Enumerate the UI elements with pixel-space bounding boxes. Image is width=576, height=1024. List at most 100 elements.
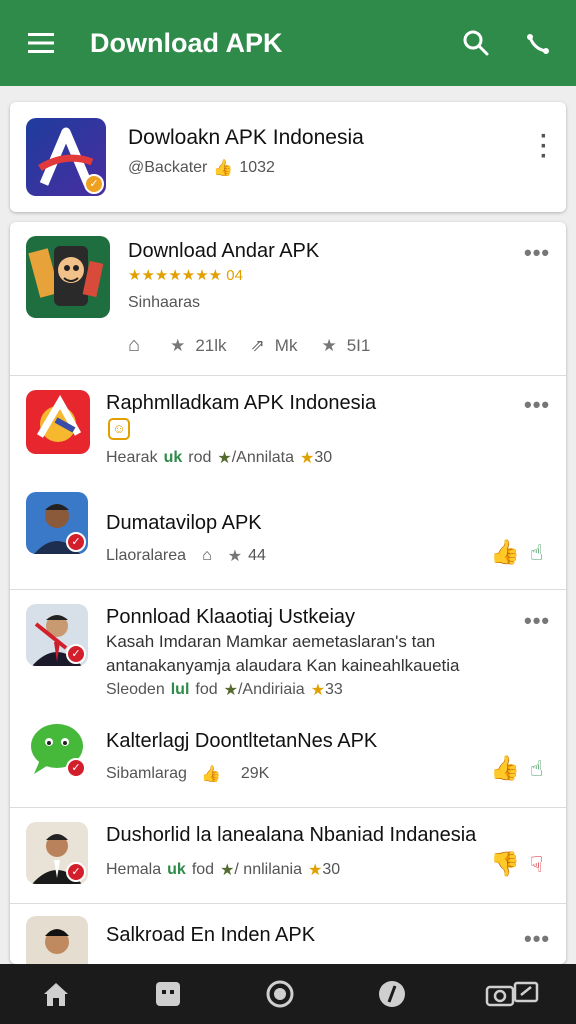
meta-word: rod: [188, 449, 212, 466]
vote-buttons: 👍 ☝: [490, 754, 543, 783]
thumbs-up-icon[interactable]: 👍: [490, 538, 520, 567]
app-category: Sinhaaras: [128, 294, 201, 311]
app-name: Dumatavilop APK: [106, 512, 262, 534]
thumbs-down-outline-icon[interactable]: ☟: [530, 852, 543, 878]
verified-icon: ✓: [66, 758, 86, 778]
meta-genre: /Andiriaia: [237, 681, 305, 698]
thumbs-up-outline-icon[interactable]: ☝: [530, 540, 543, 566]
more-icon[interactable]: •••: [524, 240, 550, 266]
home-icon[interactable]: ⌂: [128, 334, 140, 357]
home-icon[interactable]: [34, 972, 78, 1016]
app-list: ✓ Dowloakn APK Indonesia @Backater 👍 103…: [0, 86, 576, 964]
star-icon: ★: [220, 862, 235, 879]
app-description: Kasah Imdaran Mamkar aemetaslaran's tan: [106, 632, 436, 651]
meta-score: 33: [325, 681, 343, 698]
star-icon: ★: [223, 682, 238, 699]
app-name: Kalterlagj DoontltetanNes APK: [106, 730, 378, 752]
vote-buttons: 👍 ☝: [490, 538, 543, 567]
app-meta: Sleoden lul fod ★/Andiriaia ★ 33: [106, 680, 343, 700]
thumbs-up-outline-icon[interactable]: ☝: [530, 756, 543, 782]
downloads-count: 21lk: [195, 335, 227, 355]
meta-genre: /Annilata: [231, 449, 294, 466]
star-icon: ★: [217, 450, 232, 467]
menu-icon[interactable]: [22, 23, 62, 63]
search-icon[interactable]: [456, 23, 496, 63]
list-item[interactable]: ✓ Dumatavilop APK Llaoralarea ⌂ ★ 44 👍 ☝: [10, 486, 566, 590]
list-item[interactable]: Raphmlladkam APK Indonesia ☺ Hearak uk r…: [10, 376, 566, 486]
vote-buttons: 👎 ☟: [490, 850, 543, 879]
bottom-nav: [0, 964, 576, 1024]
share-arrow-icon[interactable]: ⇗: [251, 336, 265, 356]
meta-text: Llaoralarea: [106, 547, 187, 564]
app-name: Dowloakn APK Indonesia: [128, 126, 364, 149]
verified-icon: ✓: [66, 644, 86, 664]
meta-score: 30: [314, 449, 333, 466]
app-meta: Hemala uk fod ★ / nnlilania ★ 30: [106, 860, 340, 880]
list-item[interactable]: Salkroad En Inden APK •••: [10, 904, 566, 964]
app-meta: Hearak uk rod ★/Annilata ★ 30: [106, 448, 332, 468]
meta-text: Hearak: [106, 449, 158, 466]
meta-green: uk: [163, 449, 183, 466]
avatar: ✓: [26, 492, 88, 554]
app-meta: Llaoralarea ⌂ ★ 44: [106, 546, 266, 566]
app-name: Ponnload Klaaotiaj Ustkeiay: [106, 606, 356, 628]
more-icon[interactable]: •••: [524, 392, 550, 418]
circle-icon[interactable]: [258, 972, 302, 1016]
chat-bubble-icon: ✓: [26, 718, 88, 780]
emoji-icon: ☺: [108, 418, 130, 440]
star-icon[interactable]: ★: [170, 336, 185, 356]
app-handle: @Backater: [128, 159, 208, 176]
list-item[interactable]: ✓ Dushorlid la lanealana Nbaniad Indanes…: [10, 808, 566, 904]
star-icon: ★: [227, 548, 243, 565]
thumbs-down-icon[interactable]: 👎: [490, 850, 520, 879]
meta-text: Sibamlarag: [106, 765, 187, 782]
rating-stars: ★★★★★★★ 04: [128, 267, 243, 284]
app-bar: Download APK: [0, 0, 576, 86]
share-icon[interactable]: [518, 23, 558, 63]
list-item[interactable]: Download Andar APK ★★★★★★★ 04 Sinhaaras …: [10, 222, 566, 376]
app-description: antanakanyamja alaudara Kan kaineahlkaue…: [106, 656, 460, 675]
compass-icon[interactable]: [370, 972, 414, 1016]
game-character-icon: [26, 236, 110, 318]
app-meta: Sibamlarag 👍 29K: [106, 764, 269, 784]
app-name: Salkroad En Inden APK: [106, 924, 316, 946]
app-name: Dushorlid la lanealana Nbaniad Indanesia: [106, 824, 477, 846]
meta-score: 29K: [240, 765, 270, 782]
avatar: ✓: [26, 604, 88, 666]
star-icon: ★: [310, 682, 326, 699]
meta-score: 44: [248, 547, 266, 564]
app-name: Download Andar APK: [128, 240, 320, 262]
star-icon: ★: [308, 862, 323, 879]
a-logo-icon: ✓: [26, 118, 106, 196]
size-value: Mk: [274, 335, 298, 355]
app-stat: 1032: [239, 159, 275, 176]
meta-text: Hemala: [106, 861, 162, 878]
meta-word: fod: [195, 681, 218, 698]
camera-icon[interactable]: [482, 972, 542, 1016]
apps-icon[interactable]: [146, 972, 190, 1016]
meta-green: lul: [170, 681, 190, 698]
app-meta: @Backater 👍 1032: [128, 158, 275, 178]
meta-green: uk: [167, 861, 186, 878]
red-logo-icon: [26, 390, 90, 454]
list-item[interactable]: ✓ Kalterlagj DoontltetanNes APK Sibamlar…: [10, 712, 566, 808]
meta-score: 30: [322, 861, 341, 878]
star-icon: ★: [299, 450, 315, 467]
verified-icon: ✓: [66, 532, 86, 552]
badge-icon: ✓: [84, 174, 104, 194]
more-icon[interactable]: •••: [524, 608, 550, 634]
verified-icon: ✓: [66, 862, 86, 882]
thumbs-up-icon[interactable]: 👍: [490, 754, 520, 783]
avatar: ✓: [26, 822, 88, 884]
page-title: Download APK: [90, 27, 283, 58]
list-card[interactable]: ✓ Dowloakn APK Indonesia @Backater 👍 103…: [10, 102, 566, 212]
more-icon[interactable]: •••: [524, 926, 550, 952]
app-name: Raphmlladkam APK Indonesia: [106, 392, 377, 414]
star-icon[interactable]: ★: [321, 336, 336, 356]
home-icon: ⌂: [202, 547, 212, 564]
more-vert-icon[interactable]: · · ·: [539, 125, 549, 169]
item-actions: ⌂ ★ 21lk ⇗ Mk ★ 5I1: [128, 334, 370, 357]
list-item[interactable]: ✓ Ponnload Klaaotiaj Ustkeiay Kasah Imda…: [10, 590, 566, 712]
list-card: Download Andar APK ★★★★★★★ 04 Sinhaaras …: [10, 222, 566, 964]
meta-genre: / nnlilania: [234, 861, 303, 878]
